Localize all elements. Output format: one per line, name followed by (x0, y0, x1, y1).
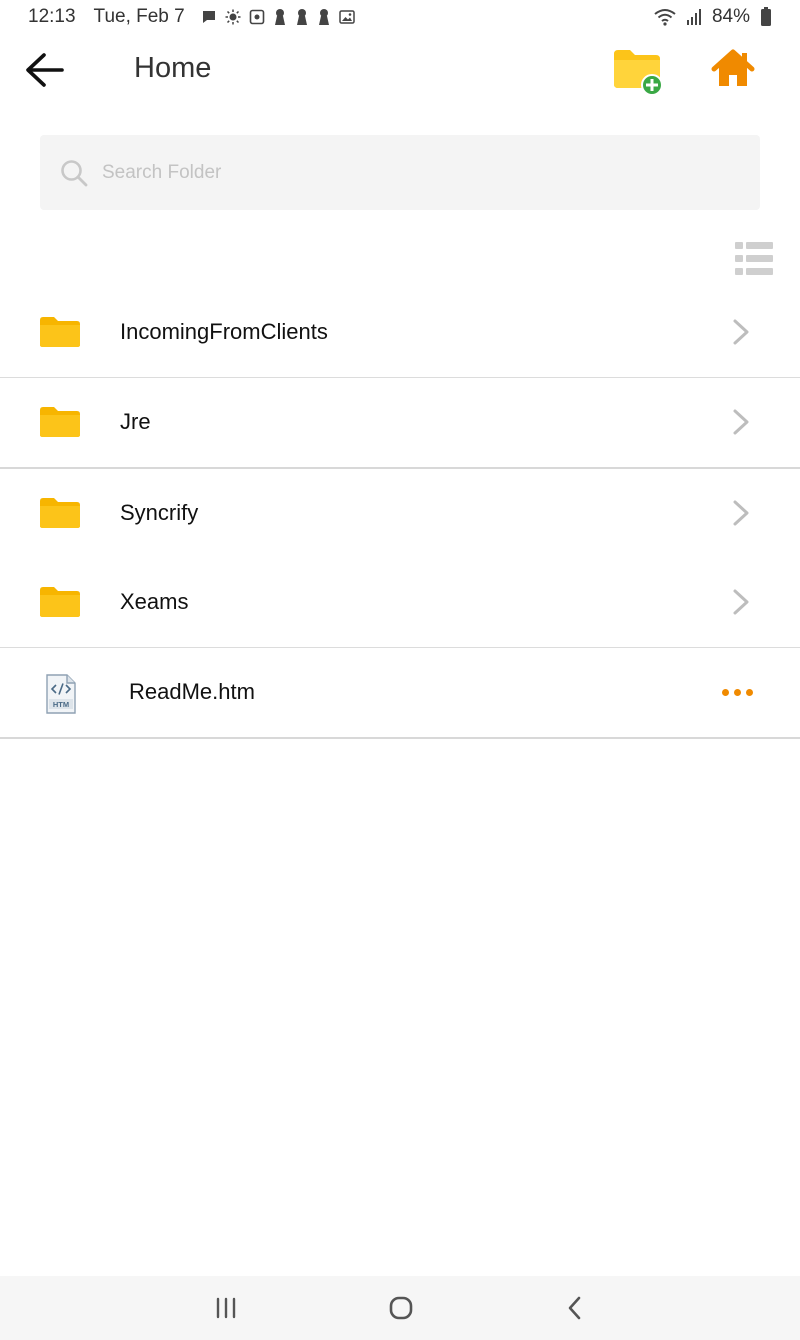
folder-icon (40, 498, 80, 528)
recents-icon (216, 1297, 236, 1319)
status-left: 12:13 Tue, Feb 7 (28, 6, 355, 28)
arrow-left-icon (26, 53, 64, 87)
chat-icon (202, 11, 215, 23)
chevron-right-icon (733, 500, 749, 526)
image-icon (338, 10, 355, 24)
list-item-folder[interactable]: Syncrify (0, 469, 800, 558)
back-button[interactable] (22, 48, 66, 92)
divider (0, 737, 800, 739)
list-view-icon (735, 242, 773, 275)
search-input[interactable] (100, 160, 704, 185)
more-options-button[interactable] (722, 684, 758, 700)
home-circle-icon (389, 1296, 413, 1320)
status-time: 12:13 (28, 6, 76, 27)
brightness-icon (225, 9, 241, 25)
back-chevron-icon (568, 1296, 581, 1320)
file-list: IncomingFromClients Jre Syncrify Xeams H… (0, 288, 800, 739)
file-type-badge: HTM (53, 700, 69, 709)
home-button[interactable] (710, 48, 756, 92)
battery-icon (761, 7, 771, 26)
chevron-right-icon (733, 409, 749, 435)
home-icon (711, 49, 755, 86)
keyhole-icon (296, 9, 307, 25)
folder-add-icon (614, 50, 663, 96)
html-file-icon: HTM (46, 674, 76, 714)
folder-icon (40, 407, 80, 437)
system-nav-bar (0, 1276, 800, 1340)
back-nav-button[interactable] (560, 1294, 590, 1322)
list-item-folder[interactable]: IncomingFromClients (0, 288, 800, 377)
keyhole-icon (318, 9, 329, 25)
notification-icons (201, 8, 355, 26)
signal-icon (686, 9, 701, 25)
recents-button[interactable] (211, 1294, 241, 1322)
status-right: 84% (654, 6, 772, 28)
search-icon (61, 159, 88, 186)
app-bar: Home (0, 34, 800, 108)
app-icon (249, 9, 265, 25)
status-bar: 12:13 Tue, Feb 7 84% (0, 0, 800, 34)
folder-name: Jre (120, 409, 151, 434)
list-item-folder[interactable]: Xeams (0, 558, 800, 647)
keyhole-icon (274, 9, 285, 25)
more-dot (734, 688, 741, 696)
folder-icon (40, 587, 80, 617)
list-item-folder[interactable]: Jre (0, 378, 800, 467)
wifi-icon (654, 9, 676, 26)
new-folder-button[interactable] (612, 46, 668, 98)
more-dot (746, 688, 753, 696)
more-dot (722, 688, 729, 696)
list-item-file[interactable]: HTM ReadMe.htm (0, 648, 800, 737)
home-nav-button[interactable] (386, 1294, 416, 1322)
page-title: Home (134, 52, 212, 84)
folder-name: Xeams (120, 589, 189, 614)
file-name: ReadMe.htm (129, 679, 255, 704)
chevron-right-icon (733, 589, 749, 615)
status-date: Tue, Feb 7 (93, 6, 185, 27)
chevron-right-icon (733, 319, 749, 345)
search-bar[interactable] (40, 135, 760, 210)
folder-icon (40, 317, 80, 347)
battery-percent: 84% (711, 6, 750, 27)
list-view-toggle[interactable] (734, 241, 774, 277)
folder-name: Syncrify (120, 500, 199, 525)
folder-name: IncomingFromClients (120, 319, 328, 344)
